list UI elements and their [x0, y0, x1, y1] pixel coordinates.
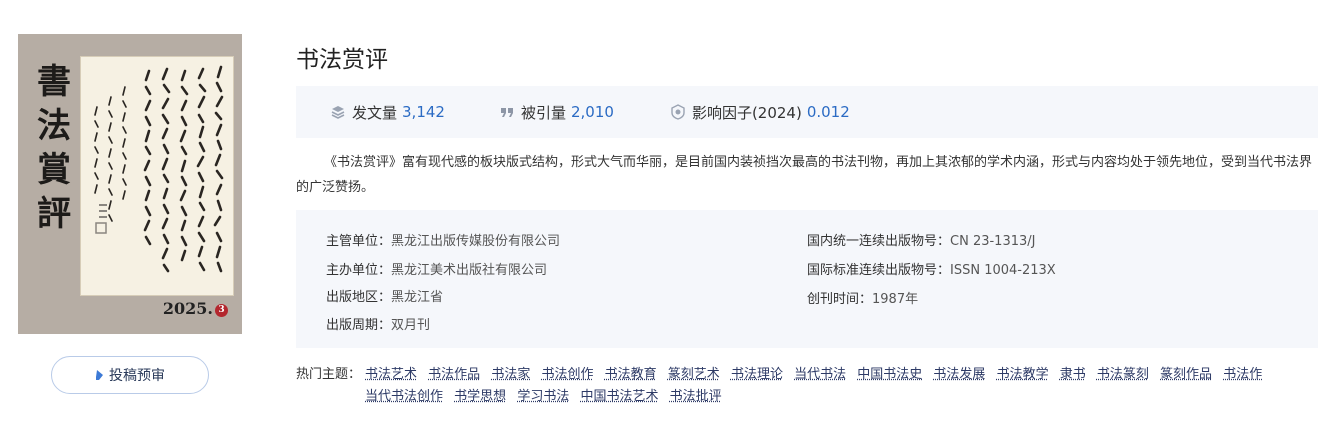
info-value: 双月刊 [391, 318, 431, 333]
info-key: 创刊时间： [807, 292, 873, 307]
info-value: 黑龙江出版传媒股份有限公司 [391, 234, 561, 249]
hot-topic-link[interactable]: 隶书 [1060, 367, 1086, 382]
calligraphy-strokes [94, 65, 224, 273]
journal-cover-image: 書法賞評 2025. 3 [18, 34, 242, 334]
info-region: 出版地区：黑龙江省 [326, 286, 443, 305]
journal-title: 书法赏评 [296, 47, 388, 73]
hot-topics-label: 热门主题： [296, 367, 362, 382]
submission-review-button[interactable]: 投稿预审 [51, 356, 209, 394]
stat-articles-label: 发文量 [352, 103, 398, 122]
stat-citations: 被引量 2,010 [499, 102, 614, 123]
hot-topic-link[interactable]: 当代书法 [794, 367, 846, 382]
hot-topic-link[interactable]: 中国书法史 [857, 367, 922, 382]
quote-icon [500, 108, 513, 117]
hot-topic-link[interactable]: 书法教育 [605, 367, 657, 382]
hot-topic-link[interactable]: 书法批评 [670, 389, 722, 404]
stat-articles: 发文量 3,142 [330, 102, 445, 123]
hot-topic-link[interactable]: 学习书法 [517, 389, 569, 404]
hot-topic-link[interactable]: 书法发展 [933, 367, 985, 382]
hot-topic-link[interactable]: 书学思想 [454, 389, 506, 404]
journal-cover-column: 書法賞評 2025. 3 投稿预审 [18, 34, 242, 394]
cover-issue-number: 2025. 3 [163, 299, 228, 318]
hot-topic-link[interactable]: 书法家 [491, 367, 530, 382]
stat-articles-value: 3,142 [402, 103, 445, 121]
hot-topic-link[interactable]: 书法篆刻 [1097, 367, 1149, 382]
info-sponsor: 主办单位：黑龙江美术出版社有限公司 [326, 259, 547, 278]
stat-impact-factor-label: 影响因子(2024) [691, 103, 802, 122]
cover-title: 書法賞評 [37, 62, 71, 234]
journal-info-panel: 主管单位：黑龙江出版传媒股份有限公司 主办单位：黑龙江美术出版社有限公司 出版地… [296, 210, 1318, 348]
hot-topics-list: 书法艺术 书法作品 书法家 书法创作 书法教育 篆刻艺术 书法理论 当代书法 中… [365, 364, 1315, 408]
hot-topic-link[interactable]: 书法艺术 [365, 367, 417, 382]
info-key: 出版地区： [326, 290, 392, 305]
info-cn-number: 国内统一连续出版物号：CN 23-1313/J [807, 230, 1035, 249]
hot-topic-link[interactable]: 书法教学 [997, 367, 1049, 382]
stat-citations-label: 被引量 [520, 103, 566, 122]
journal-stats-bar: 发文量 3,142 被引量 2,010 影响因子(2024) 0.012 [296, 86, 1318, 138]
info-key: 国际标准连续出版物号： [807, 263, 951, 278]
info-value: 黑龙江美术出版社有限公司 [391, 263, 548, 278]
info-value: CN 23-1313/J [950, 234, 1036, 249]
info-frequency: 出版周期：双月刊 [326, 314, 430, 333]
info-key: 主管单位： [326, 234, 392, 249]
info-key: 出版周期： [326, 318, 392, 333]
info-supervisor: 主管单位：黑龙江出版传媒股份有限公司 [326, 230, 560, 249]
info-value: 1987年 [872, 292, 919, 307]
info-key: 国内统一连续出版物号： [807, 234, 951, 249]
info-founded: 创刊时间：1987年 [807, 288, 918, 307]
hot-topic-link[interactable]: 书法作品 [428, 367, 480, 382]
badge-icon [671, 104, 685, 120]
hot-topic-link[interactable]: 书法作 [1223, 367, 1262, 382]
hot-topic-link[interactable]: 书法理论 [731, 367, 783, 382]
hot-topic-link[interactable]: 篆刻艺术 [668, 367, 720, 382]
stat-impact-factor: 影响因子(2024) 0.012 [670, 102, 850, 123]
info-issn: 国际标准连续出版物号：ISSN 1004-213X [807, 259, 1056, 278]
info-value: 黑龙江省 [391, 290, 444, 305]
hot-topic-link[interactable]: 中国书法艺术 [580, 389, 658, 404]
calligraphy-artwork [80, 56, 234, 296]
cover-issue-badge: 3 [215, 304, 228, 317]
journal-description: 《书法赏评》富有现代感的板块版式结构，形式大气而华丽，是目前国内装祯挡次最高的书… [296, 155, 1313, 195]
submission-review-button-label: 投稿预审 [109, 368, 165, 384]
layers-icon [331, 106, 345, 119]
cover-issue-year: 2025. [162, 299, 213, 318]
hot-topic-link[interactable]: 书法创作 [541, 367, 593, 382]
stat-citations-value: 2,010 [570, 103, 614, 121]
stat-impact-factor-value: 0.012 [806, 103, 850, 121]
info-key: 主办单位： [326, 263, 392, 278]
pen-icon [96, 370, 103, 380]
hot-topic-link[interactable]: 当代书法创作 [365, 389, 443, 404]
info-value: ISSN 1004-213X [950, 263, 1056, 278]
hot-topic-link[interactable]: 篆刻作品 [1160, 367, 1212, 382]
